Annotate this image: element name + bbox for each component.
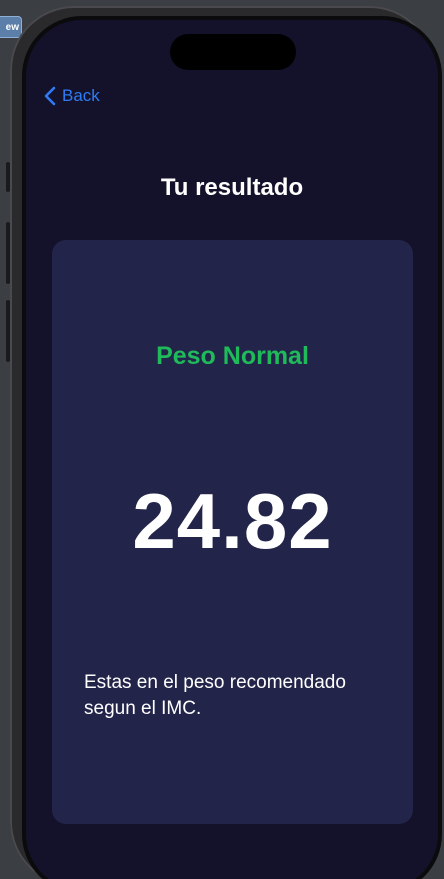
phone-frame: Back Tu resultado Peso Normal 24.82 Esta… <box>10 6 438 879</box>
page-title: Tu resultado <box>160 174 304 201</box>
bmi-status-label: Peso Normal <box>156 342 309 370</box>
chevron-left-icon <box>44 86 56 106</box>
bmi-value: 24.82 <box>132 477 333 565</box>
preview-button[interactable]: ew <box>0 16 22 38</box>
result-card: Peso Normal 24.82 Estas en el peso recom… <box>52 240 413 824</box>
back-button[interactable]: Back <box>44 86 100 106</box>
dynamic-island <box>170 34 296 70</box>
app-screen: Back Tu resultado Peso Normal 24.82 Esta… <box>26 20 438 879</box>
back-label: Back <box>62 86 100 105</box>
simulator-canvas: ew Back Tu resultado Peso Normal 24.82 E… <box>0 0 444 879</box>
bmi-description: Estas en el peso recomendado segun el IM… <box>84 672 346 719</box>
